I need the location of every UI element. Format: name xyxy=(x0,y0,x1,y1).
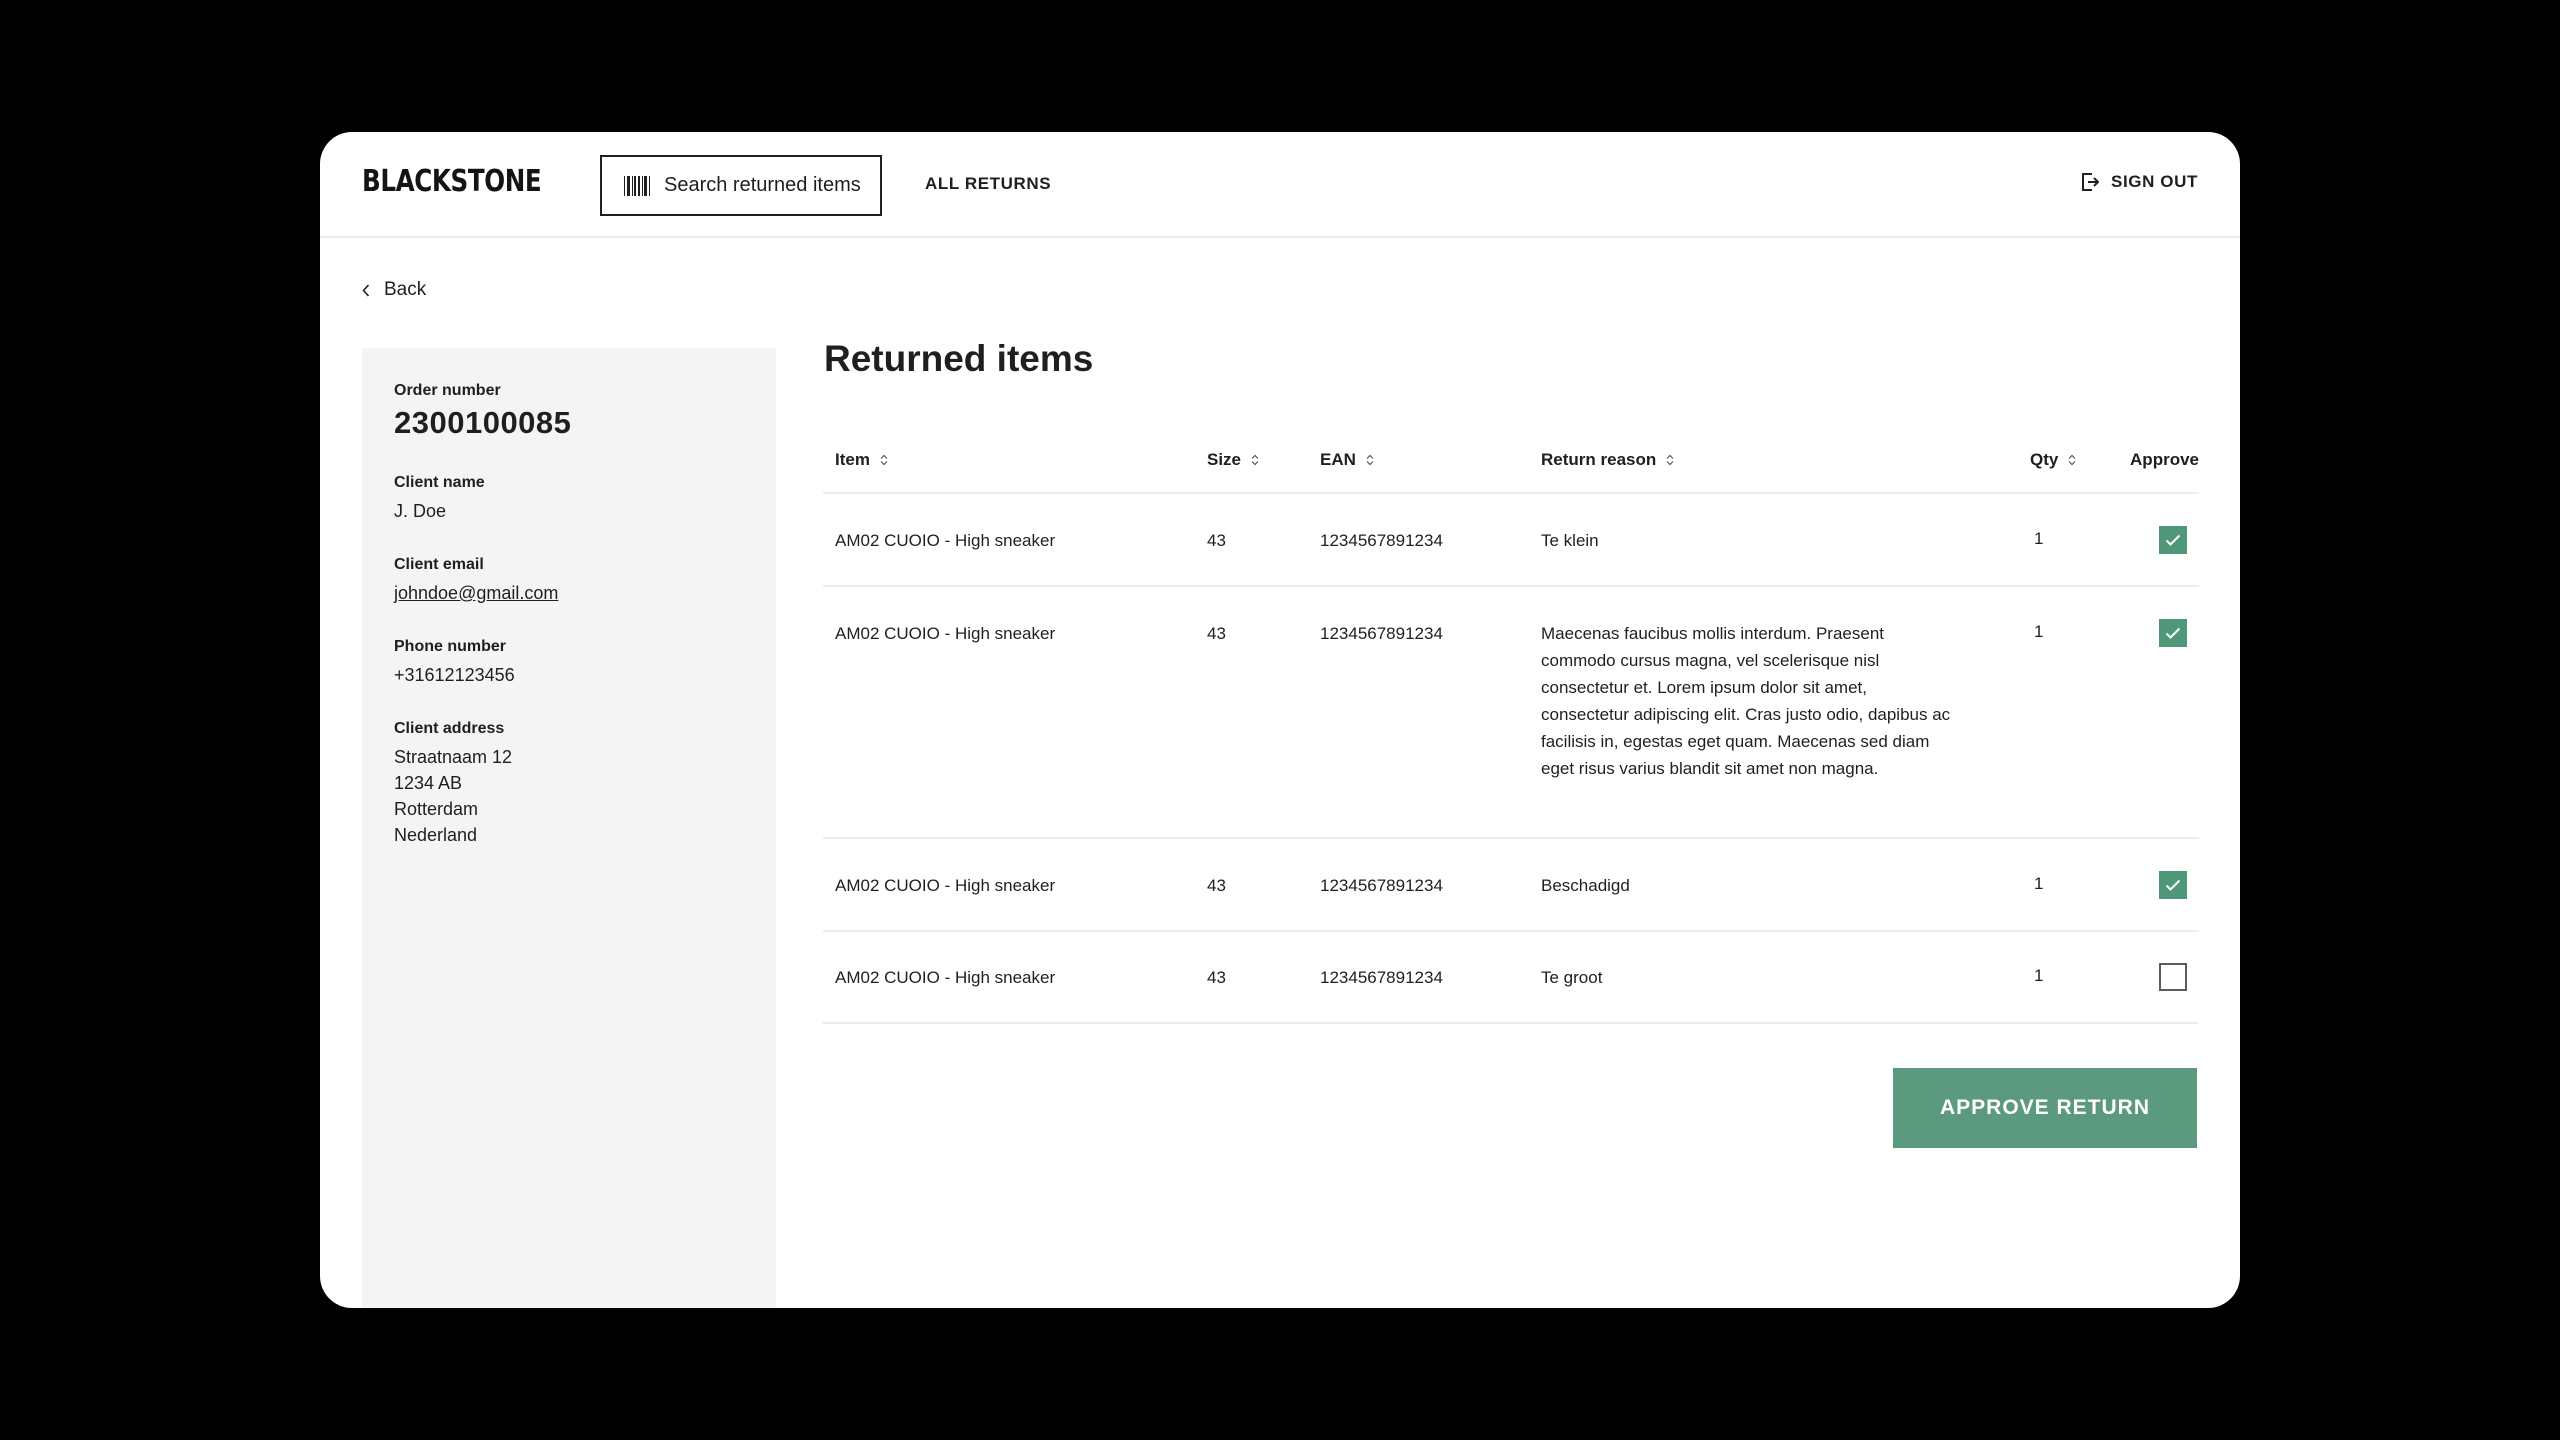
item-cell: AM02 CUOIO - High sneaker xyxy=(835,624,1056,643)
search-label: Search returned items xyxy=(664,174,861,196)
approve-checkbox[interactable] xyxy=(2159,963,2187,991)
column-header-ean[interactable]: EAN xyxy=(1320,450,1374,470)
approve-return-button[interactable]: APPROVE RETURN xyxy=(1893,1068,2197,1148)
column-header-qty[interactable]: Qty xyxy=(2030,450,2076,470)
sort-icon xyxy=(1251,454,1259,466)
column-header-label: EAN xyxy=(1320,450,1356,469)
table-row: AM02 CUOIO - High sneaker 43 12345678912… xyxy=(823,932,2199,1024)
item-cell: AM02 CUOIO - High sneaker xyxy=(835,876,1056,895)
size-cell: 43 xyxy=(1207,624,1226,643)
column-header-label: Approve xyxy=(2130,450,2199,469)
size-cell: 43 xyxy=(1207,531,1226,550)
phone-value: +31612123456 xyxy=(394,665,515,685)
ean-cell: 1234567891234 xyxy=(1320,624,1443,643)
approve-checkbox[interactable] xyxy=(2159,619,2187,647)
ean-cell: 1234567891234 xyxy=(1320,531,1443,550)
checkmark-icon xyxy=(2165,627,2181,639)
client-email-label: Client email xyxy=(394,556,484,573)
return-reason-cell: Beschadigd xyxy=(1541,876,1630,895)
client-address-field: Client address Straatnaam 12 1234 AB Rot… xyxy=(394,720,744,848)
column-header-item[interactable]: Item xyxy=(835,450,888,470)
ean-cell: 1234567891234 xyxy=(1320,876,1443,895)
order-number-value: 2300100085 xyxy=(394,405,572,440)
client-address-label: Client address xyxy=(394,720,505,737)
sign-out-icon xyxy=(2082,173,2100,191)
order-number-label: Order number xyxy=(394,382,501,399)
column-header-label: Item xyxy=(835,450,870,469)
column-header-label: Qty xyxy=(2030,450,2059,469)
table-row: AM02 CUOIO - High sneaker 43 12345678912… xyxy=(823,494,2199,587)
back-label: Back xyxy=(384,279,427,300)
qty-cell: 1 xyxy=(2034,529,2044,548)
qty-cell: 1 xyxy=(2034,874,2044,893)
table-row: AM02 CUOIO - High sneaker 43 12345678912… xyxy=(823,587,2199,839)
sort-icon xyxy=(2068,454,2076,466)
size-cell: 43 xyxy=(1207,968,1226,987)
address-line: Rotterdam xyxy=(394,799,479,819)
sort-icon xyxy=(1366,454,1374,466)
sign-out-button[interactable]: SIGN OUT xyxy=(2081,172,2198,192)
phone-label: Phone number xyxy=(394,638,507,655)
page-title: Returned items xyxy=(824,338,1094,379)
item-cell: AM02 CUOIO - High sneaker xyxy=(835,968,1056,987)
size-cell: 43 xyxy=(1207,876,1226,895)
back-link[interactable]: Back xyxy=(362,279,426,301)
qty-cell: 1 xyxy=(2034,622,2044,641)
client-name-field: Client name J. Doe xyxy=(394,474,744,524)
return-reason-cell: Te groot xyxy=(1541,968,1603,987)
app-window: BLACKSTONE Search returned items ALL RET… xyxy=(320,132,2240,1308)
sort-icon xyxy=(1666,454,1674,466)
address-line: 1234 AB xyxy=(394,773,463,793)
return-reason-cell: Te klein xyxy=(1541,531,1599,550)
returned-items-table: Item Size EAN Return reason Qty Approve xyxy=(823,424,2199,1024)
phone-field: Phone number +31612123456 xyxy=(394,638,744,688)
client-email-link[interactable]: johndoe@gmail.com xyxy=(394,580,744,606)
client-name-value: J. Doe xyxy=(394,501,447,521)
sort-icon xyxy=(880,454,888,466)
checkmark-icon xyxy=(2165,534,2181,546)
barcode-icon xyxy=(624,175,650,196)
item-cell: AM02 CUOIO - High sneaker xyxy=(835,531,1056,550)
chevron-left-icon xyxy=(362,283,370,297)
nav-all-returns[interactable]: ALL RETURNS xyxy=(925,174,1051,194)
return-reason-cell: Maecenas faucibus mollis interdum. Praes… xyxy=(1541,624,1951,778)
search-returned-items-button[interactable]: Search returned items xyxy=(600,155,882,216)
table-row: AM02 CUOIO - High sneaker 43 12345678912… xyxy=(823,839,2199,932)
table-header: Item Size EAN Return reason Qty Approve xyxy=(823,424,2199,494)
column-header-label: Return reason xyxy=(1541,450,1657,469)
address-line: Straatnaam 12 xyxy=(394,747,513,767)
column-header-size[interactable]: Size xyxy=(1207,450,1259,470)
column-header-approve: Approve xyxy=(2130,450,2199,470)
client-name-label: Client name xyxy=(394,474,485,491)
approve-checkbox[interactable] xyxy=(2159,871,2187,899)
column-header-label: Size xyxy=(1207,450,1242,469)
qty-cell: 1 xyxy=(2034,966,2044,985)
ean-cell: 1234567891234 xyxy=(1320,968,1443,987)
checkmark-icon xyxy=(2165,879,2181,891)
column-header-return-reason[interactable]: Return reason xyxy=(1541,450,1674,470)
address-line: Nederland xyxy=(394,825,478,845)
sign-out-label: SIGN OUT xyxy=(2111,172,2198,191)
top-header: BLACKSTONE Search returned items ALL RET… xyxy=(320,132,2240,238)
order-info-sidebar: Order number 2300100085 Client name J. D… xyxy=(362,348,776,1308)
approve-checkbox[interactable] xyxy=(2159,526,2187,554)
brand-logo[interactable]: BLACKSTONE xyxy=(362,164,542,199)
order-number-field: Order number 2300100085 xyxy=(394,382,744,442)
client-email-field: Client email johndoe@gmail.com xyxy=(394,556,744,606)
